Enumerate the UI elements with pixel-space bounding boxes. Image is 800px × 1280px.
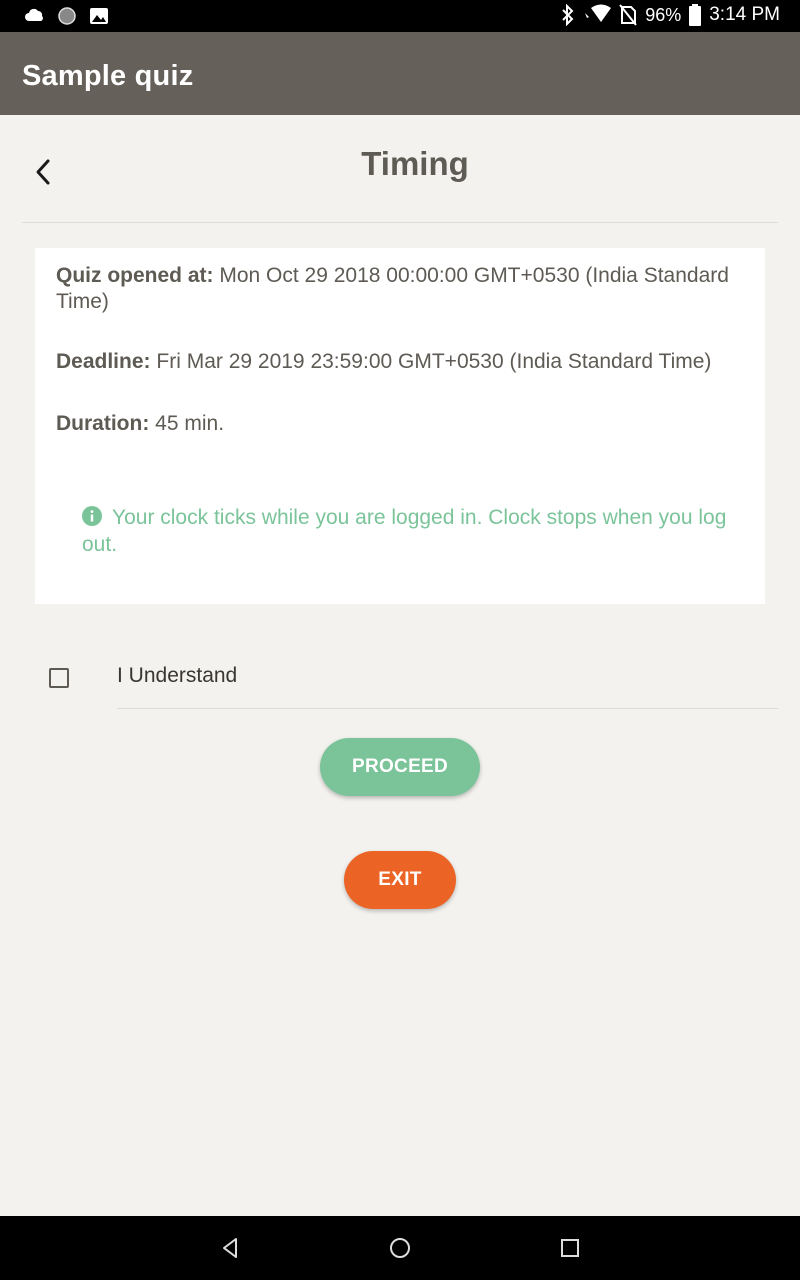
bluetooth-icon [562, 4, 574, 26]
nav-back-icon[interactable] [218, 1236, 242, 1260]
status-bar: 96% 3:14 PM [0, 0, 800, 32]
status-icons-right: 96% 3:14 PM [561, 4, 780, 26]
cloud-icon [25, 8, 43, 21]
timing-info-card: Quiz opened at: Mon Oct 29 2018 00:00:00… [35, 248, 765, 604]
deadline-line: Deadline: Fri Mar 29 2019 23:59:00 GMT+0… [56, 349, 746, 375]
deadline-value: Fri Mar 29 2019 23:59:00 GMT+0530 (India… [156, 350, 712, 373]
proceed-button[interactable]: PROCEED [320, 738, 480, 796]
battery-icon [689, 4, 702, 26]
checkbox-divider [117, 708, 778, 709]
understand-checkbox[interactable] [49, 668, 69, 688]
status-icons-left [24, 5, 110, 27]
divider [22, 222, 778, 223]
nav-recent-apps-icon[interactable] [558, 1236, 582, 1260]
navigation-bar [0, 1216, 800, 1280]
clock-note-text: Your clock ticks while you are logged in… [82, 506, 727, 556]
understand-label[interactable]: I Understand [117, 664, 237, 688]
circle-icon [58, 7, 76, 25]
nav-home-icon[interactable] [388, 1236, 412, 1260]
duration-label: Duration: [56, 412, 150, 435]
opened-at-line: Quiz opened at: Mon Oct 29 2018 00:00:00… [56, 263, 746, 315]
app-bar: Sample quiz [0, 32, 800, 115]
wifi-icon [585, 4, 612, 22]
clock: 3:14 PM [709, 4, 780, 25]
duration-line: Duration: 45 min. [56, 411, 746, 437]
no-sim-icon [619, 4, 637, 26]
info-icon [82, 506, 102, 526]
opened-at-label: Quiz opened at: [56, 264, 214, 287]
exit-button[interactable]: EXIT [344, 851, 456, 909]
duration-value: 45 min. [155, 412, 225, 435]
battery-percent: 96% [645, 4, 682, 25]
deadline-label: Deadline: [56, 350, 151, 373]
clock-note: Your clock ticks while you are logged in… [82, 504, 732, 558]
app-title: Sample quiz [22, 60, 194, 92]
page-title: Timing [361, 145, 469, 182]
image-icon [90, 8, 108, 24]
